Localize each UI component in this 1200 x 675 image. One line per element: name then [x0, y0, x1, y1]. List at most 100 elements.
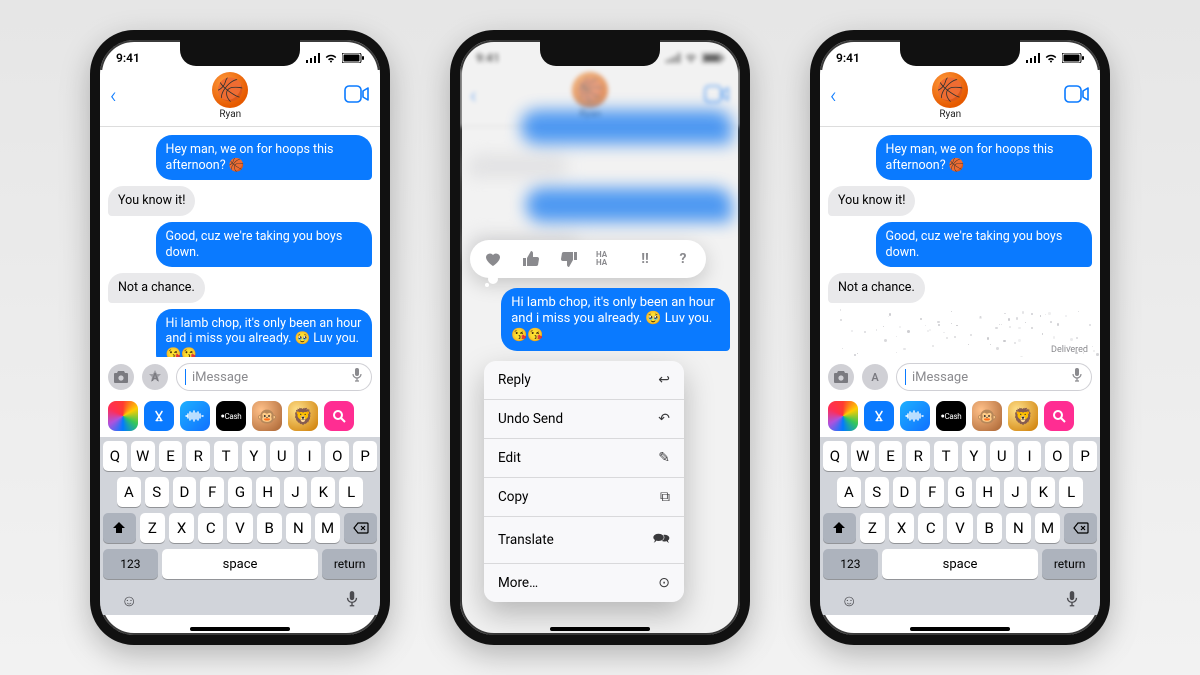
key-q[interactable]: Q	[823, 441, 847, 471]
key-shift[interactable]	[103, 513, 136, 543]
photos-app-icon[interactable]	[108, 401, 138, 431]
key-m[interactable]: M	[1035, 513, 1060, 543]
key-n[interactable]: N	[1006, 513, 1031, 543]
dictation-button[interactable]	[1071, 367, 1083, 387]
key-a[interactable]: A	[837, 477, 861, 507]
message-thread[interactable]: Hey man, we on for hoops this afternoon?…	[100, 127, 380, 357]
key-l[interactable]: L	[1059, 477, 1083, 507]
key-e[interactable]: E	[879, 441, 903, 471]
contact-button[interactable]: 🏀 Ryan	[212, 72, 248, 120]
tapback-thumbs-up-icon[interactable]	[520, 248, 542, 270]
message-sent[interactable]: Good, cuz we're taking you boys down.	[156, 222, 372, 267]
key-b[interactable]: B	[977, 513, 1002, 543]
focused-message[interactable]: Hi lamb chop, it's only been an hour and…	[501, 288, 730, 351]
tapback-thumbs-down-icon[interactable]	[558, 248, 580, 270]
key-r[interactable]: R	[186, 441, 210, 471]
facetime-button[interactable]	[1064, 85, 1090, 107]
apple-cash-app-icon[interactable]: ●Cash	[936, 401, 966, 431]
memoji-sticker-app-icon[interactable]: 🦁	[288, 401, 318, 431]
home-indicator[interactable]	[190, 627, 290, 631]
tapback-haha-icon[interactable]: HA HA	[596, 248, 618, 270]
tapback-question-icon[interactable]: ?	[672, 248, 694, 270]
key-q[interactable]: Q	[103, 441, 127, 471]
key-j[interactable]: J	[284, 477, 308, 507]
key-x[interactable]: X	[889, 513, 914, 543]
key-backspace[interactable]	[344, 513, 377, 543]
tapback-exclamation-icon[interactable]: !!	[634, 248, 656, 270]
key-p[interactable]: P	[1073, 441, 1097, 471]
context-menu-copy[interactable]: Copy⧉	[484, 478, 684, 517]
key-s[interactable]: S	[145, 477, 169, 507]
key-d[interactable]: D	[893, 477, 917, 507]
dictation-keyboard-button[interactable]	[1065, 590, 1079, 612]
key-l[interactable]: L	[339, 477, 363, 507]
emoji-keyboard-button[interactable]: ☺	[841, 591, 857, 611]
key-v[interactable]: V	[227, 513, 252, 543]
key-t[interactable]: T	[214, 441, 238, 471]
camera-button[interactable]	[828, 364, 854, 390]
key-z[interactable]: Z	[860, 513, 885, 543]
key-o[interactable]: O	[1045, 441, 1069, 471]
camera-button[interactable]	[108, 364, 134, 390]
key-numbers[interactable]: 123	[823, 549, 878, 579]
emoji-keyboard-button[interactable]: ☺	[121, 591, 137, 611]
audio-messages-app-icon[interactable]	[180, 401, 210, 431]
apple-cash-app-icon[interactable]: ●Cash	[216, 401, 246, 431]
key-space[interactable]: space	[162, 549, 318, 579]
key-return[interactable]: return	[1042, 549, 1097, 579]
key-e[interactable]: E	[159, 441, 183, 471]
message-input[interactable]: iMessage	[176, 363, 372, 391]
key-o[interactable]: O	[325, 441, 349, 471]
message-sent[interactable]: Hey man, we on for hoops this afternoon?…	[156, 135, 372, 180]
tapback-heart-icon[interactable]	[482, 248, 504, 270]
context-menu-undo-send[interactable]: Undo Send↶	[484, 400, 684, 439]
key-r[interactable]: R	[906, 441, 930, 471]
app-store-button[interactable]: A	[862, 364, 888, 390]
message-received[interactable]: Not a chance.	[828, 273, 925, 303]
search-images-app-icon[interactable]	[324, 401, 354, 431]
message-thread[interactable]: Hey man, we on for hoops this afternoon?…	[820, 127, 1100, 357]
key-z[interactable]: Z	[140, 513, 165, 543]
dictation-keyboard-button[interactable]	[345, 590, 359, 612]
contact-button[interactable]: 🏀 Ryan	[932, 72, 968, 120]
back-button[interactable]: ‹	[110, 84, 117, 109]
context-menu-reply[interactable]: Reply↩︎	[484, 361, 684, 400]
key-y[interactable]: Y	[962, 441, 986, 471]
key-c[interactable]: C	[918, 513, 943, 543]
message-input[interactable]: iMessage	[896, 363, 1092, 391]
key-f[interactable]: F	[200, 477, 224, 507]
key-i[interactable]: I	[1018, 441, 1042, 471]
key-x[interactable]: X	[169, 513, 194, 543]
key-v[interactable]: V	[947, 513, 972, 543]
photos-app-icon[interactable]	[828, 401, 858, 431]
dictation-button[interactable]	[351, 367, 363, 387]
key-u[interactable]: U	[270, 441, 294, 471]
key-k[interactable]: K	[1031, 477, 1055, 507]
audio-messages-app-icon[interactable]	[900, 401, 930, 431]
key-i[interactable]: I	[298, 441, 322, 471]
key-g[interactable]: G	[948, 477, 972, 507]
key-t[interactable]: T	[934, 441, 958, 471]
search-images-app-icon[interactable]	[1044, 401, 1074, 431]
key-m[interactable]: M	[315, 513, 340, 543]
back-button[interactable]: ‹	[830, 84, 837, 109]
key-k[interactable]: K	[311, 477, 335, 507]
home-indicator[interactable]	[910, 627, 1010, 631]
key-w[interactable]: W	[131, 441, 155, 471]
context-menu-edit[interactable]: Edit✎	[484, 439, 684, 478]
message-received[interactable]: You know it!	[108, 186, 195, 216]
facetime-button[interactable]	[344, 85, 370, 107]
key-h[interactable]: H	[976, 477, 1000, 507]
key-shift[interactable]	[823, 513, 856, 543]
key-g[interactable]: G	[228, 477, 252, 507]
key-backspace[interactable]	[1064, 513, 1097, 543]
message-received[interactable]: You know it!	[828, 186, 915, 216]
key-b[interactable]: B	[257, 513, 282, 543]
message-sent[interactable]: Hey man, we on for hoops this afternoon?…	[876, 135, 1092, 180]
key-s[interactable]: S	[865, 477, 889, 507]
key-numbers[interactable]: 123	[103, 549, 158, 579]
key-space[interactable]: space	[882, 549, 1038, 579]
key-p[interactable]: P	[353, 441, 377, 471]
app-store-button[interactable]: A	[142, 364, 168, 390]
message-received[interactable]: Not a chance.	[108, 273, 205, 303]
